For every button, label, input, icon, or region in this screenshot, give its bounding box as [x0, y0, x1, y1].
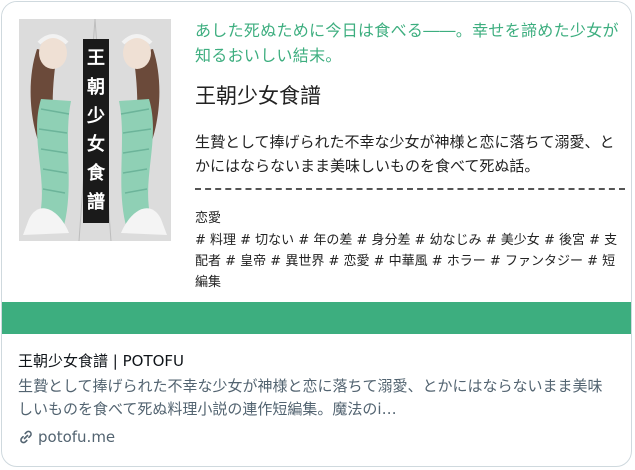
cover-title-char: 女 — [87, 134, 105, 156]
cover-title-char: 譜 — [87, 191, 105, 213]
divider — [195, 188, 625, 190]
book-cover: 王 朝 少 女 食 譜 — [19, 19, 171, 241]
tagline: あした死ぬために今日は食べる――。幸せを諦めた少女が知るおいしい結末。 — [195, 21, 619, 65]
link-title[interactable]: 王朝少女食譜 | POTOFU — [18, 350, 617, 372]
link-icon — [18, 429, 34, 445]
cover-title-char: 少 — [87, 105, 105, 127]
genre-label: 恋愛 — [195, 211, 222, 226]
link-description: 生贄として捧げられた不幸な少女が神様と恋に落ちて溺愛、とかにはならないまま美味し… — [18, 377, 603, 418]
link-preview-card[interactable]: 王 朝 少 女 食 譜 あした死ぬために今日は食べる――。幸せを諦めた少女が知る… — [1, 1, 632, 467]
cover-title-band: 王 朝 少 女 食 譜 — [83, 39, 109, 223]
preview-image[interactable]: 王 朝 少 女 食 譜 あした死ぬために今日は食べる――。幸せを諦めた少女が知る… — [2, 2, 631, 302]
book-title: 王朝少女食譜 — [195, 84, 321, 108]
cover-title-char: 朝 — [87, 76, 105, 98]
cover-title-char: 食 — [87, 162, 105, 184]
synopsis: 生贄として捧げられた不幸な少女が神様と恋に落ちて溺愛、とかにはならないまま美味し… — [195, 133, 615, 175]
accent-bar — [2, 302, 631, 334]
cover-title-char: 王 — [87, 48, 105, 70]
link-domain[interactable]: potofu.me — [38, 427, 115, 447]
tag-list: # 料理 # 切ない # 年の差 # 身分差 # 幼なじみ # 美少女 # 後宮… — [195, 233, 618, 290]
link-domain-row[interactable]: potofu.me — [18, 427, 617, 447]
link-info[interactable]: 王朝少女食譜 | POTOFU 生贄として捧げられた不幸な少女が神様と恋に落ちて… — [2, 334, 631, 466]
